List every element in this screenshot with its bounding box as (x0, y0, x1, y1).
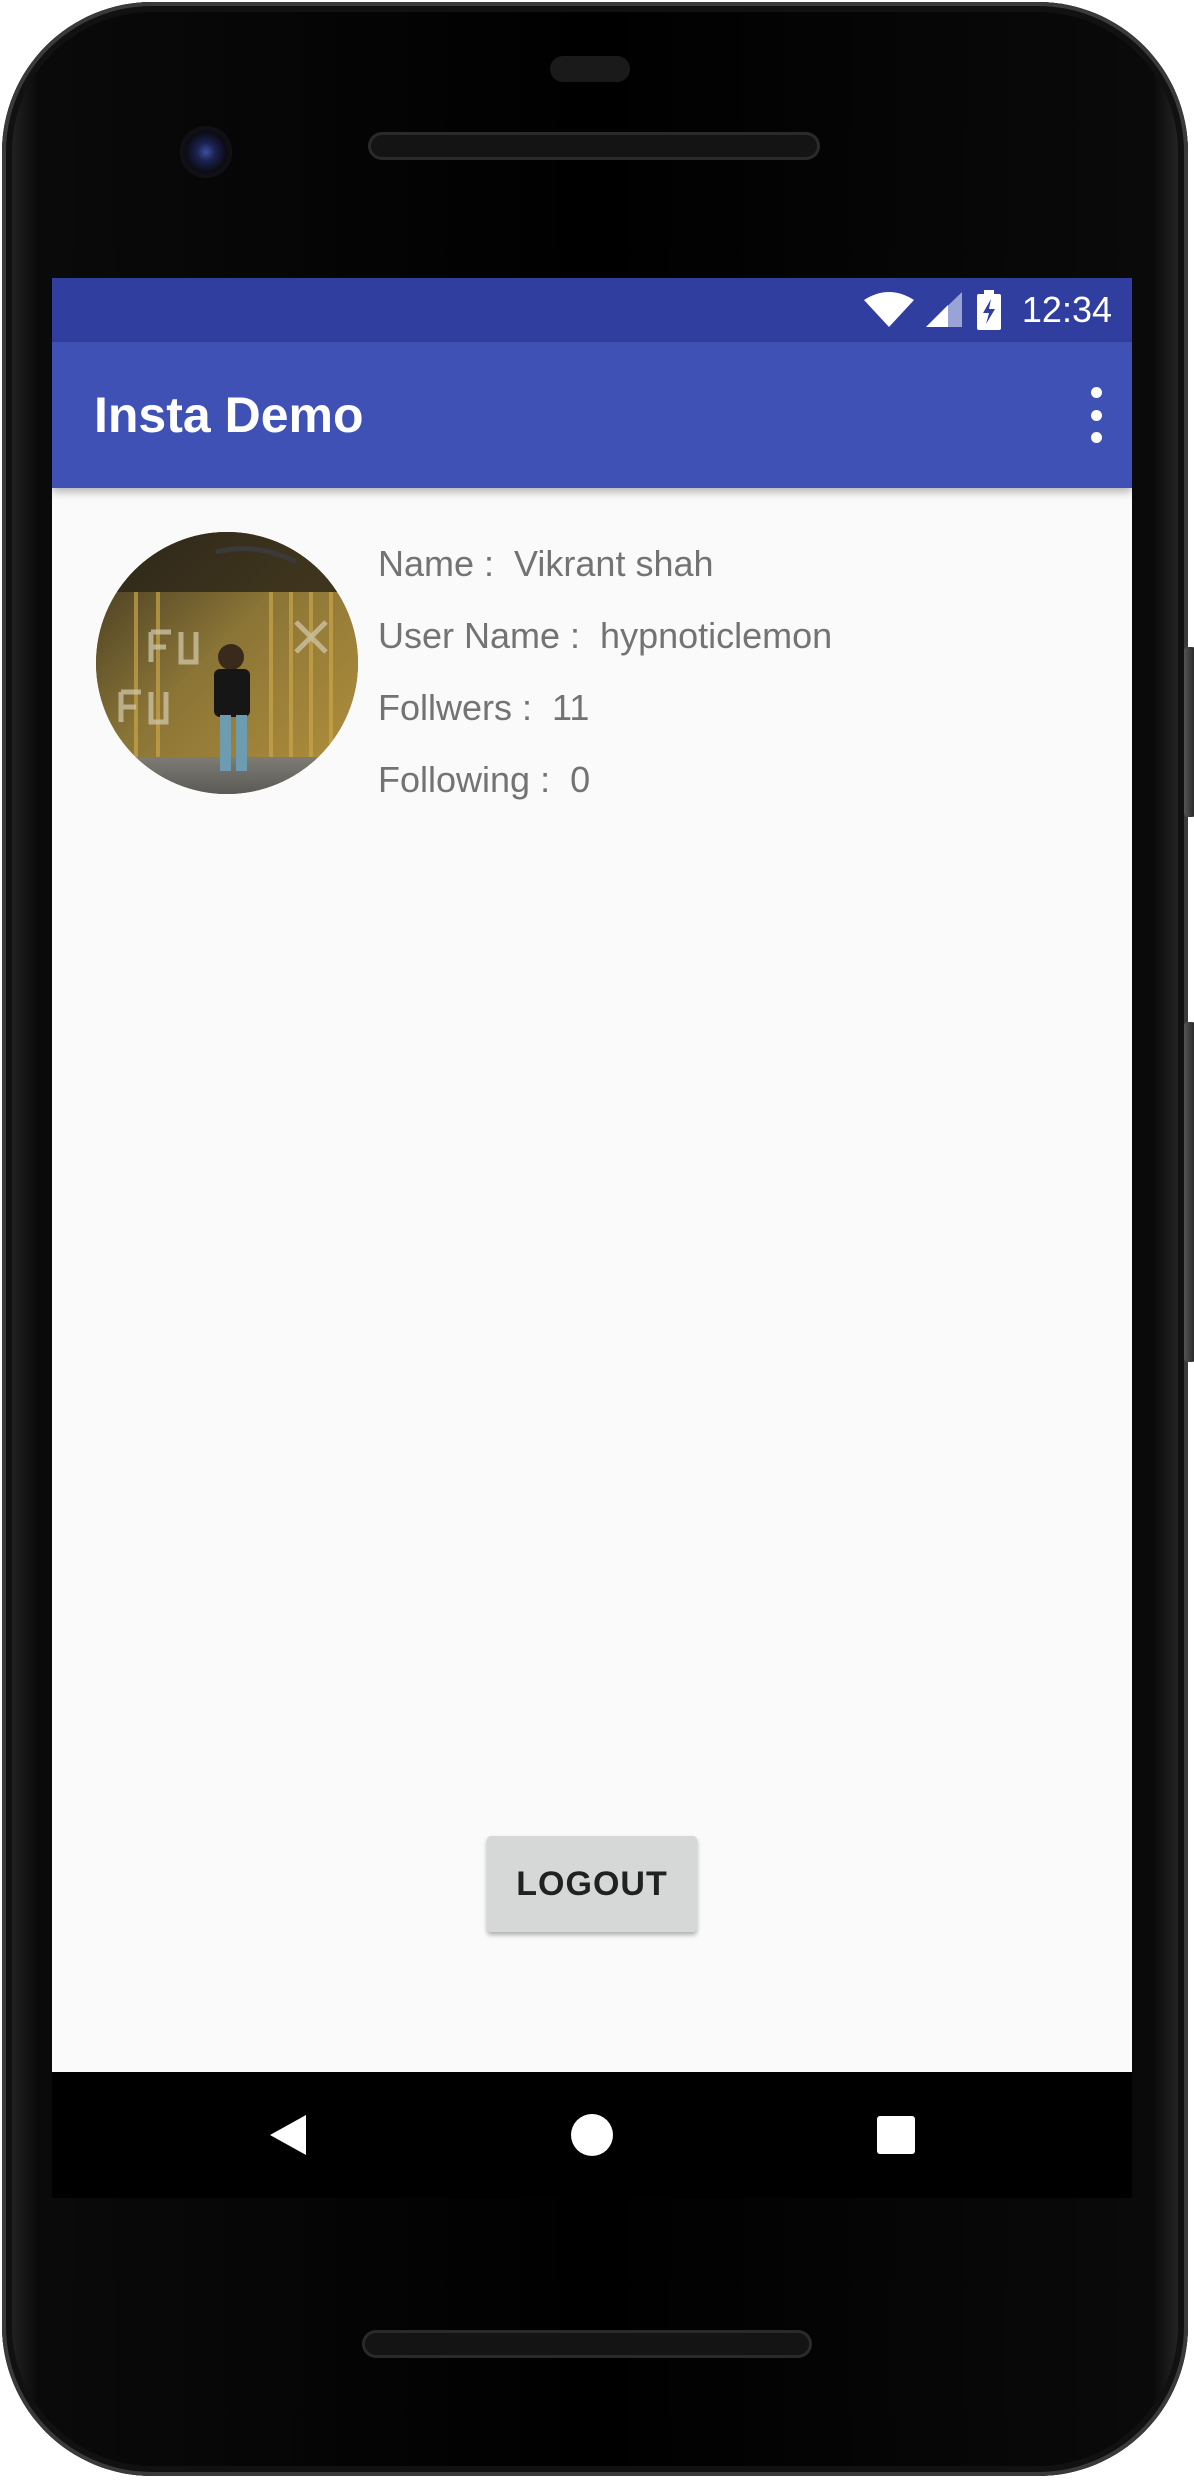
followers-value: 11 (552, 687, 590, 728)
recents-button[interactable] (836, 2072, 956, 2198)
profile-info: Name : Vikrant shah User Name : hypnoticle… (378, 528, 832, 816)
top-speaker-grille (368, 132, 820, 160)
name-row: Name : Vikrant shah (378, 528, 832, 600)
status-bar: 12:34 (52, 278, 1132, 342)
recents-icon (877, 2116, 915, 2154)
status-time: 12:34 (1021, 289, 1112, 330)
following-value: 0 (570, 759, 591, 800)
more-vert-icon[interactable] (1086, 387, 1106, 443)
username-row: User Name : hypnoticlemon (378, 600, 832, 672)
power-button (1184, 647, 1194, 817)
logout-button[interactable]: LOGOUT (487, 1836, 697, 1932)
menu-dot (1090, 432, 1102, 443)
back-icon (270, 2115, 306, 2155)
home-button[interactable] (532, 2072, 652, 2198)
name-value: Vikrant shah (514, 543, 714, 584)
menu-dot (1090, 409, 1102, 421)
cell-signal-icon (925, 292, 962, 327)
username-label: User Name : (378, 615, 581, 656)
app-bar: Insta Demo (52, 342, 1132, 488)
menu-dot (1090, 387, 1102, 398)
followers-label: Follwers : (378, 687, 533, 728)
battery-charging-icon (976, 290, 1001, 330)
status-icons: 12:34 (863, 278, 1112, 342)
front-camera-icon (180, 126, 232, 178)
app-screen: 12:34 Insta Demo Name: Vikrant shah Use… (52, 278, 1132, 2072)
username-value: hypnoticlemon (600, 615, 833, 656)
volume-button (1184, 1022, 1194, 1362)
profile-photo (96, 532, 358, 794)
following-row: Following : 0 (378, 744, 832, 816)
navigation-bar (52, 2072, 1132, 2198)
earpiece (550, 56, 630, 82)
wifi-icon (863, 292, 914, 327)
name-label: Name : (378, 543, 495, 584)
following-label: Following : (378, 759, 551, 800)
profile-avatar (96, 532, 358, 794)
followers-row: Follwers : 11 (378, 672, 832, 744)
home-icon (571, 2114, 613, 2156)
app-title: Insta Demo (94, 387, 364, 443)
back-button[interactable] (228, 2072, 348, 2198)
bottom-speaker-grille (362, 2330, 812, 2358)
